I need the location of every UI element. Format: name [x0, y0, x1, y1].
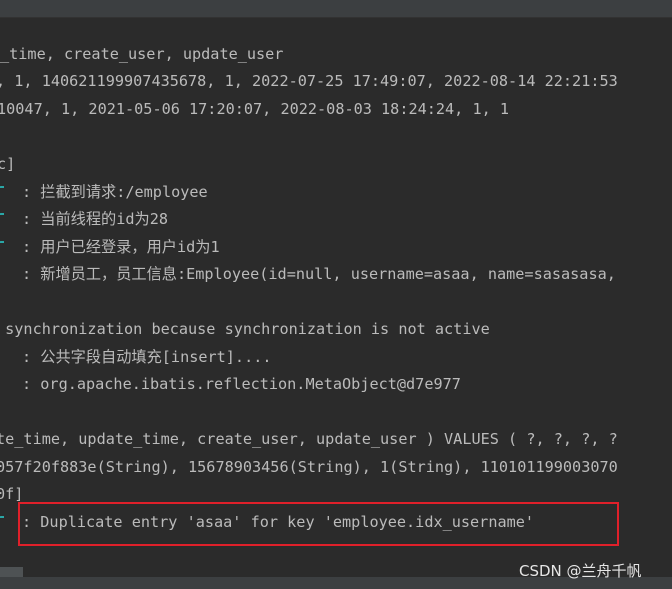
log-line: , 1, 140621199907435678, 1, 2022-07-25 1… [0, 72, 618, 90]
log-marker-icon [0, 186, 4, 192]
horizontal-scrollbar[interactable] [0, 567, 23, 577]
console-output: _time, create_user, update_user , 1, 140… [0, 18, 672, 577]
log-marker-icon [0, 213, 4, 219]
log-line: : 当前线程的id为28 [22, 210, 168, 228]
log-line: : 公共字段自动填充[insert].... [22, 348, 272, 366]
log-line: : 拦截到请求:/employee [22, 183, 208, 201]
error-highlight-box [18, 502, 619, 546]
log-line: : org.apache.ibatis.reflection.MetaObjec… [22, 375, 461, 393]
watermark: CSDN @兰舟千帆 [519, 562, 642, 580]
log-line: 057f20f883e(String), 15678903456(String)… [0, 458, 618, 476]
log-line: : 新增员工，员工信息:Employee(id=null, username=a… [22, 265, 616, 283]
tool-window-header [0, 0, 672, 18]
log-line: _time, create_user, update_user [0, 45, 284, 63]
log-marker-icon [0, 241, 4, 247]
log-line: c] [0, 155, 16, 173]
log-marker-icon [0, 516, 4, 522]
log-line: te_time, update_time, create_user, updat… [0, 430, 618, 448]
log-line: : 用户已经登录，用户id为1 [22, 238, 220, 256]
log-line: 0f] [0, 485, 24, 503]
log-line: synchronization because synchronization … [0, 320, 490, 338]
log-line: 10047, 1, 2021-05-06 17:20:07, 2022-08-0… [0, 100, 510, 118]
